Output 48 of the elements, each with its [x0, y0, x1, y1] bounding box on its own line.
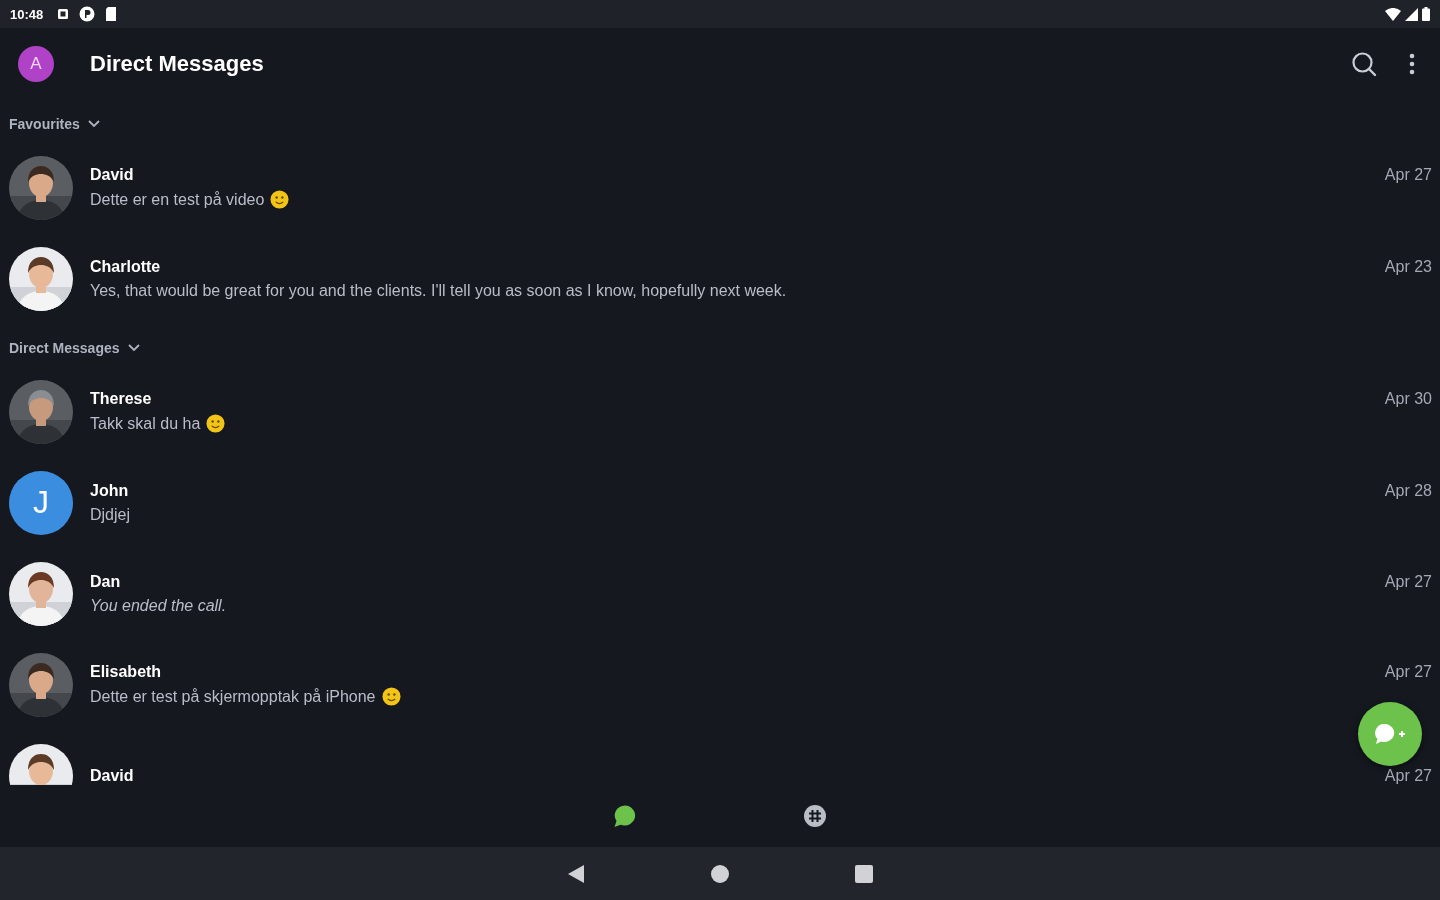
- conversation-item[interactable]: Charlotte Apr 23 Yes, that would be great for you and the clients. I'll tell you as soon as I know, hopefully next week.: [0, 233, 1440, 324]
- conversation-item[interactable]: David Apr 27 Dette er en test på video: [0, 142, 1440, 233]
- conversation-item[interactable]: J John Apr 28 Djdjej: [0, 457, 1440, 548]
- chevron-icon: [127, 344, 140, 352]
- contact-name: Dan: [90, 572, 121, 591]
- battery-icon: [1422, 7, 1430, 21]
- conversation-item[interactable]: Dan Apr 27 You ended the call.: [0, 548, 1440, 639]
- message-preview: Takk skal du ha: [90, 414, 201, 433]
- app-icon: [79, 6, 96, 22]
- sd-card-icon: [105, 7, 118, 21]
- notification-icon: [57, 8, 70, 20]
- status-time: 10:48: [10, 6, 44, 22]
- conversation-item[interactable]: Therese Apr 30 Takk skal du ha: [0, 366, 1440, 457]
- home-icon[interactable]: [711, 864, 729, 883]
- contact-name: Elisabeth: [90, 663, 162, 681]
- section-header[interactable]: Favourites: [0, 106, 100, 142]
- contact-name: John: [90, 481, 129, 500]
- message-date: Apr 28: [1384, 481, 1432, 500]
- message-preview: Dette er en test på video: [90, 190, 265, 209]
- contact-name: Charlotte: [90, 257, 161, 276]
- message-preview: Yes, that would be great for you and the clients. I'll tell you as soon as I know, hopefully next week.: [90, 281, 787, 300]
- chevron-icon: [87, 120, 100, 128]
- message-date: Apr 27: [1384, 572, 1432, 591]
- message-date: Apr 27: [1384, 766, 1432, 785]
- contact-name: David: [90, 766, 134, 785]
- more-options-icon[interactable]: [1409, 53, 1415, 75]
- profile-avatar[interactable]: A: [18, 46, 54, 82]
- message-date: Apr 27: [1384, 166, 1432, 184]
- wifi-icon: [1385, 7, 1401, 21]
- message-preview: You ended the call.: [90, 596, 227, 615]
- conversation-item[interactable]: Elisabeth Apr 27 Dette er test på skjermopptak på iPhone: [0, 639, 1440, 730]
- message-date: Apr 23: [1384, 257, 1432, 276]
- signal-icon: [1405, 7, 1418, 21]
- grid-icon: [803, 804, 827, 828]
- contact-name: David: [90, 166, 134, 184]
- search-icon[interactable]: [1351, 51, 1377, 77]
- message-preview: Dette er test på skjermopptak på iPhone: [90, 687, 376, 706]
- back-icon[interactable]: [567, 863, 585, 884]
- message-date: Apr 27: [1384, 663, 1432, 681]
- avatar: J: [9, 470, 73, 535]
- chat-bubble-icon: [613, 804, 637, 828]
- section-header[interactable]: Direct Messages: [0, 330, 140, 366]
- new-chat-icon: [1373, 722, 1407, 746]
- message-preview: Djdjej: [90, 505, 130, 524]
- page-title: Direct Messages: [90, 51, 265, 77]
- message-date: Apr 30: [1384, 390, 1432, 408]
- contact-name: Therese: [90, 390, 152, 408]
- recents-icon[interactable]: [855, 864, 873, 883]
